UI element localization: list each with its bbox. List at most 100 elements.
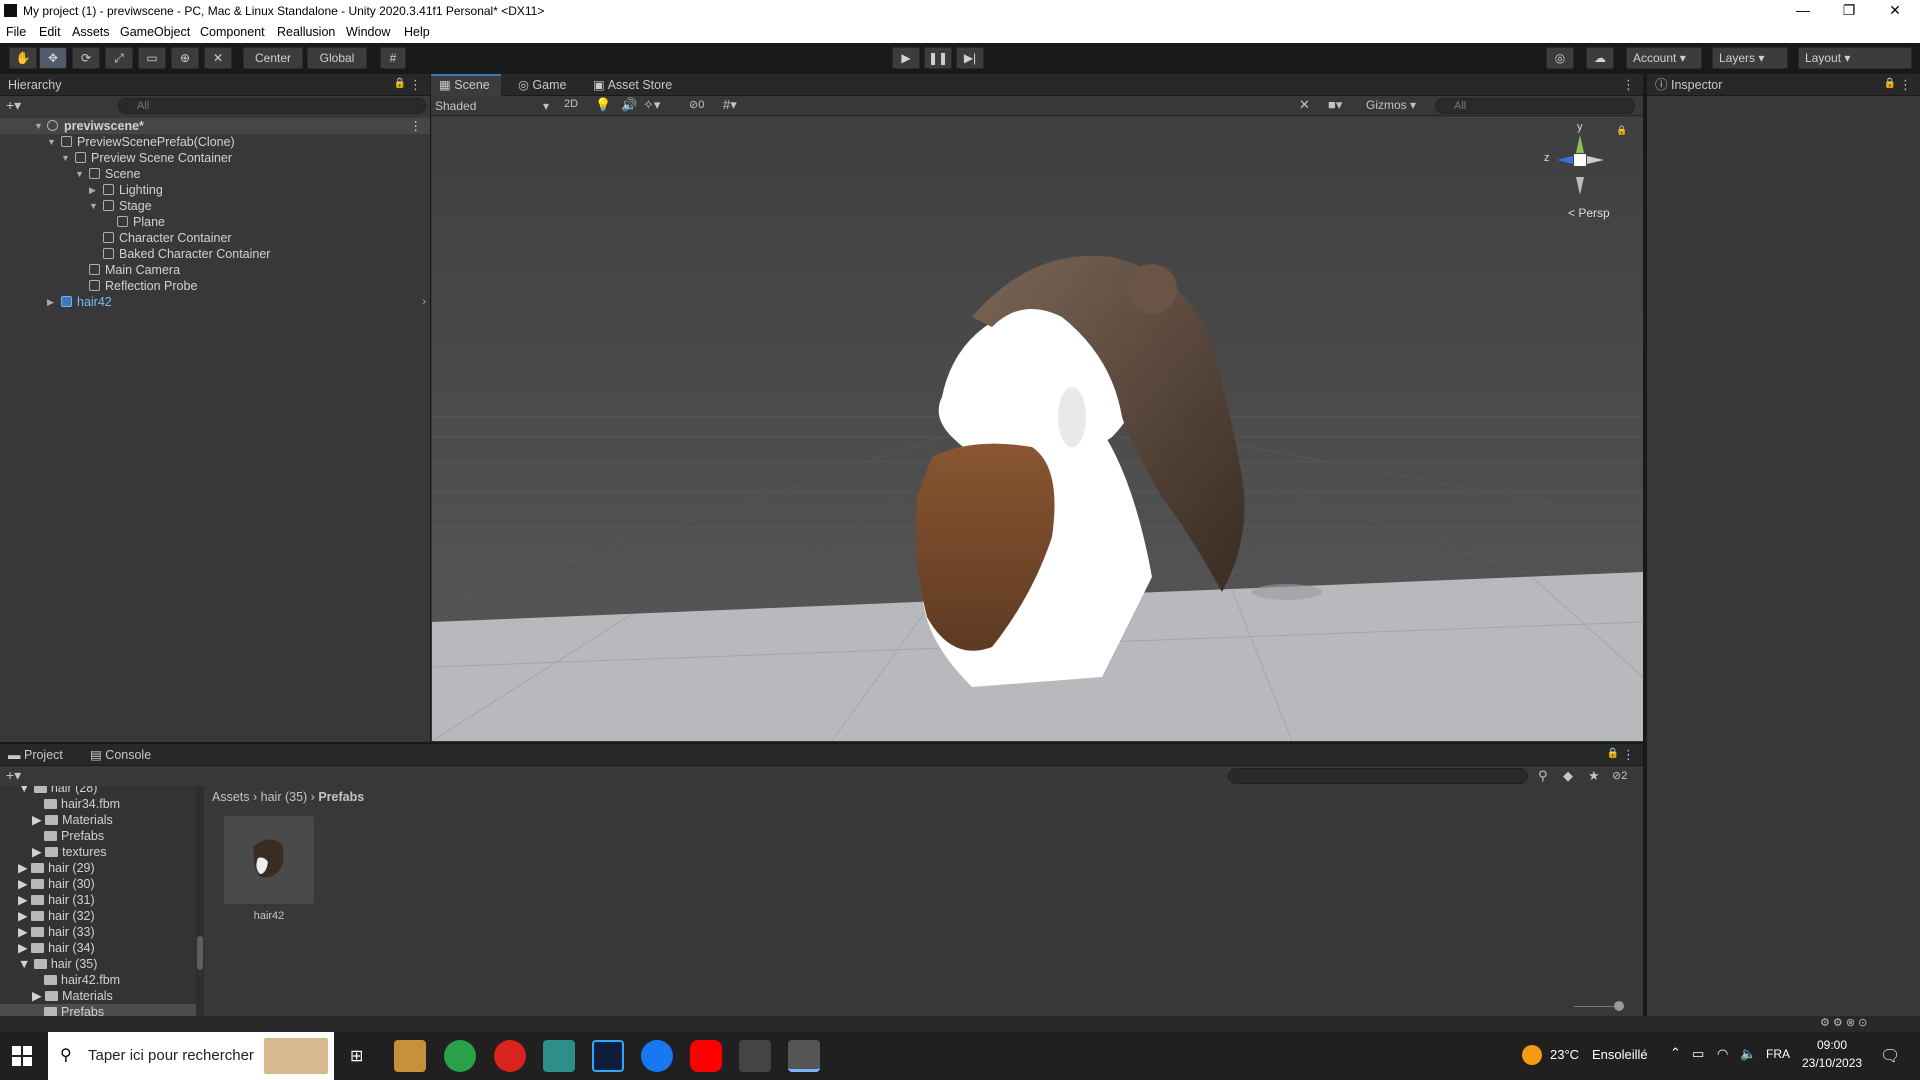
maximize-button[interactable]: ❐ xyxy=(1826,0,1872,22)
tree-item[interactable]: hair42.fbm xyxy=(44,972,120,988)
tree-item[interactable]: hair34.fbm xyxy=(44,796,120,812)
tab-project[interactable]: ▬ Project xyxy=(0,744,71,766)
breadcrumb-hair35[interactable]: hair (35) xyxy=(261,790,308,804)
chevron-up-icon[interactable]: ⌃ xyxy=(1670,1045,1681,1061)
sun-weather-icon[interactable] xyxy=(1522,1045,1542,1065)
clock-date[interactable]: 23/10/2023 xyxy=(1802,1056,1862,1070)
breadcrumb-assets[interactable]: Assets xyxy=(212,790,250,804)
kebab-menu-icon[interactable]: ⋮ xyxy=(1899,77,1912,93)
hierarchy-row[interactable]: ▼ Scene xyxy=(0,166,430,182)
unity-editor-icon[interactable] xyxy=(788,1040,820,1072)
hierarchy-row[interactable]: ▼ Stage xyxy=(0,198,430,214)
hierarchy-row[interactable]: Main Camera xyxy=(0,262,430,278)
transform-tool-icon[interactable]: ⊕ xyxy=(171,47,199,69)
scrollbar-thumb[interactable] xyxy=(197,936,203,970)
hand-tool-icon[interactable]: ✋ xyxy=(9,47,37,69)
tree-item[interactable]: ▶ hair (29) xyxy=(18,860,95,876)
tree-item[interactable]: ▶ Materials xyxy=(32,812,113,828)
kebab-menu-icon[interactable]: ⋮ xyxy=(1622,747,1635,763)
tree-item[interactable]: ▶ textures xyxy=(32,844,107,860)
grid-snap-icon[interactable]: # xyxy=(380,47,406,69)
hierarchy-row[interactable]: ▼ PreviewScenePrefab(Clone) xyxy=(0,134,430,150)
step-button[interactable]: ▶| xyxy=(956,47,984,69)
wifi-icon[interactable]: ◠ xyxy=(1717,1046,1728,1062)
expand-arrow-icon[interactable]: ▼ xyxy=(89,198,98,214)
filter-type-icon[interactable]: ⚲ xyxy=(1538,768,1548,784)
tree-scrollbar[interactable] xyxy=(196,786,204,1016)
opera-icon[interactable] xyxy=(494,1040,526,1072)
asset-item[interactable]: hair42 xyxy=(224,816,314,926)
move-tool-icon[interactable]: ✥ xyxy=(39,47,67,69)
tree-item[interactable]: ▶ hair (33) xyxy=(18,924,95,940)
effects-toggle-icon[interactable]: ✧▾ xyxy=(643,97,660,113)
hierarchy-row[interactable]: ▼ Preview Scene Container xyxy=(0,150,430,166)
windows-start-icon[interactable] xyxy=(12,1046,32,1066)
play-button[interactable]: ▶ xyxy=(892,47,920,69)
shading-dropdown[interactable]: Shaded ▾ xyxy=(435,98,553,114)
tab-game[interactable]: ◎ Game xyxy=(510,74,574,96)
rotate-tool-icon[interactable]: ⟳ xyxy=(72,47,100,69)
tab-hierarchy[interactable]: Hierarchy xyxy=(0,74,70,96)
scene-viewport[interactable]: y z < Persp 🔒 xyxy=(432,117,1643,741)
facebook-icon[interactable] xyxy=(641,1040,673,1072)
audio-toggle-icon[interactable]: 🔊 xyxy=(621,97,637,113)
pause-button[interactable]: ❚❚ xyxy=(924,47,952,69)
tab-asset-store[interactable]: ▣ Asset Store xyxy=(585,74,680,96)
tree-item[interactable]: ▶ hair (34) xyxy=(18,940,95,956)
hierarchy-row[interactable]: Reflection Probe xyxy=(0,278,430,294)
layout-dropdown[interactable]: Layout ▾ xyxy=(1798,47,1912,69)
tab-inspector[interactable]: ⓘ Inspector xyxy=(1647,74,1730,96)
hierarchy-row[interactable]: ▶ Lighting xyxy=(0,182,430,198)
project-search-input[interactable] xyxy=(1228,768,1528,784)
scene-search-input[interactable]: All xyxy=(1435,98,1635,114)
camera-icon[interactable]: ■▾ xyxy=(1328,97,1342,113)
tree-item[interactable]: ▶ hair (30) xyxy=(18,876,95,892)
menu-reallusion[interactable]: Reallusion xyxy=(277,25,335,39)
collapse-arrow-icon[interactable]: ▶ xyxy=(47,294,54,310)
lock-icon[interactable]: 🔒 xyxy=(1616,125,1627,136)
orientation-gizmo[interactable]: y z < Persp 🔒 xyxy=(1542,121,1632,225)
unity-hub-icon[interactable] xyxy=(739,1040,771,1072)
close-button[interactable]: ✕ xyxy=(1872,0,1918,22)
hierarchy-row-prefab[interactable]: ▶ hair42 › xyxy=(0,294,430,310)
tree-item[interactable]: Prefabs xyxy=(44,828,104,844)
favorite-icon[interactable]: ★ xyxy=(1588,768,1600,784)
account-dropdown[interactable]: Account ▾ xyxy=(1626,47,1702,69)
filter-label-icon[interactable]: ◆ xyxy=(1563,768,1573,784)
hierarchy-row[interactable]: Character Container xyxy=(0,230,430,246)
lighting-toggle-icon[interactable]: 💡 xyxy=(595,97,611,113)
grid-toggle-icon[interactable]: #▾ xyxy=(723,97,737,113)
toggle-2d-button[interactable]: 2D xyxy=(564,98,578,110)
menu-help[interactable]: Help xyxy=(404,25,430,39)
kebab-menu-icon[interactable]: ⋮ xyxy=(1622,77,1635,93)
lock-icon[interactable]: 🔒 xyxy=(1607,748,1619,759)
weather-text[interactable]: Ensoleillé xyxy=(1592,1047,1648,1062)
youtube-icon[interactable] xyxy=(690,1040,722,1072)
expand-arrow-icon[interactable]: ▼ xyxy=(34,118,43,134)
persp-label[interactable]: < Persp xyxy=(1568,206,1610,220)
menu-window[interactable]: Window xyxy=(346,25,390,39)
notification-icon[interactable]: 🗨 xyxy=(1880,1046,1900,1066)
kebab-menu-icon[interactable]: ⋮ xyxy=(410,118,423,134)
tree-item[interactable]: ▶ hair (31) xyxy=(18,892,95,908)
add-icon[interactable]: +▾ xyxy=(6,767,21,784)
menu-edit[interactable]: Edit xyxy=(39,25,61,39)
pivot-center-button[interactable]: Center xyxy=(243,47,303,69)
pivot-global-button[interactable]: Global xyxy=(307,47,367,69)
maya-icon[interactable] xyxy=(543,1040,575,1072)
tree-item[interactable]: ▶ Materials xyxy=(32,988,113,1004)
status-icons[interactable]: ⚙ ⚙ ⊗ ⊙ xyxy=(1820,1016,1867,1029)
hierarchy-row[interactable]: Baked Character Container xyxy=(0,246,430,262)
chrome-icon[interactable] xyxy=(444,1040,476,1072)
expand-arrow-icon[interactable]: ▼ xyxy=(75,166,84,182)
tree-item-selected[interactable]: Prefabs xyxy=(0,1004,196,1016)
expand-arrow-icon[interactable]: ▼ xyxy=(61,150,70,166)
hierarchy-row[interactable]: Plane xyxy=(0,214,430,230)
expand-arrow-icon[interactable]: ▼ xyxy=(47,134,56,150)
lock-icon[interactable]: 🔒 xyxy=(394,78,406,89)
weather-temp[interactable]: 23°C xyxy=(1550,1047,1579,1062)
cloud-icon[interactable]: ☁ xyxy=(1586,47,1614,69)
tree-item[interactable]: ▼ hair (35) xyxy=(18,956,97,972)
tab-console[interactable]: ▤ Console xyxy=(82,744,159,766)
menu-assets[interactable]: Assets xyxy=(72,25,110,39)
